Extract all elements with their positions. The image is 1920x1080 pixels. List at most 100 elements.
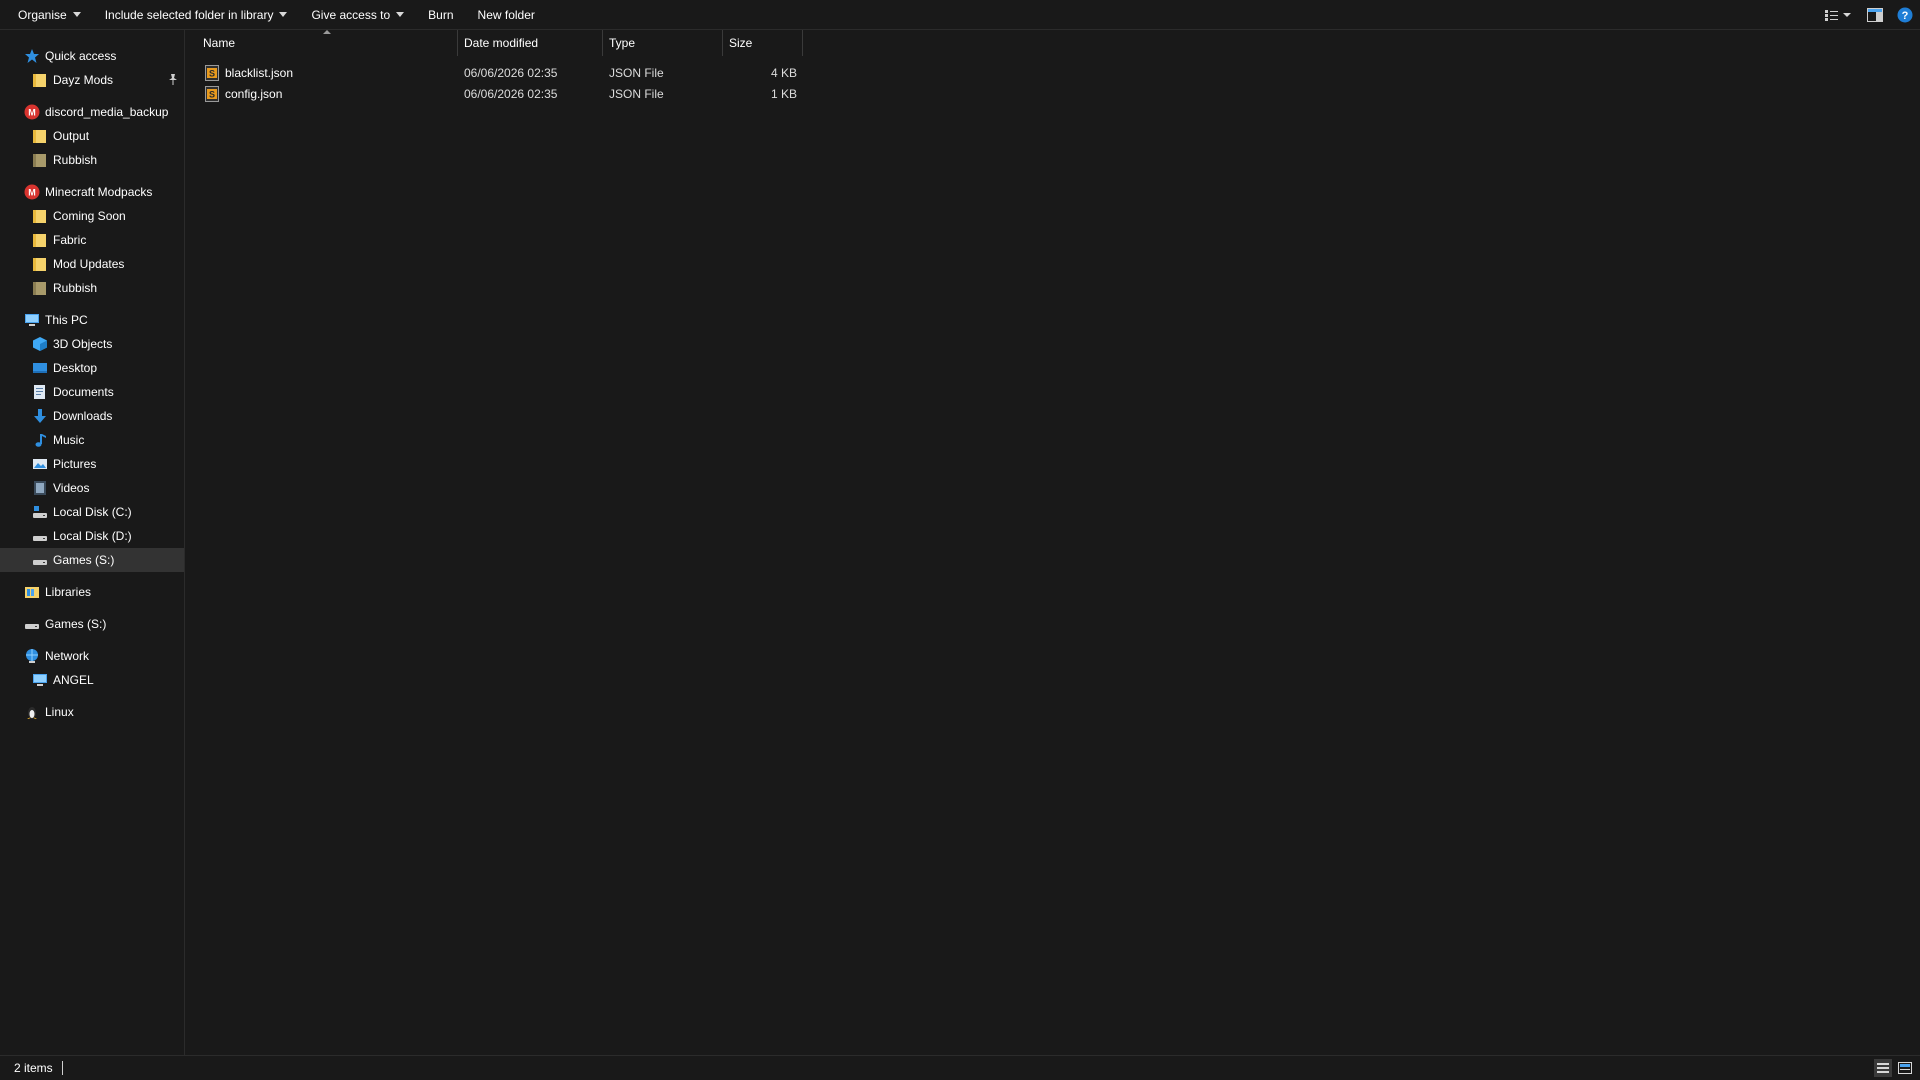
- nav-quick-access[interactable]: Quick access: [0, 44, 184, 68]
- nav-item-desktop[interactable]: Desktop: [0, 356, 184, 380]
- network-icon: [26, 649, 38, 663]
- nav-item-music[interactable]: Music: [0, 428, 184, 452]
- change-view-button[interactable]: [1816, 0, 1860, 29]
- computer-icon: [25, 314, 39, 326]
- nav-discord-media-backup[interactable]: M discord_media_backup: [0, 100, 184, 124]
- folder-icon: [33, 130, 46, 143]
- help-icon: ?: [1897, 7, 1913, 22]
- file-name: config.json: [225, 86, 283, 101]
- nav-label: Downloads: [53, 409, 113, 423]
- include-in-library-button[interactable]: Include selected folder in library: [93, 0, 300, 29]
- nav-label: Fabric: [53, 233, 87, 247]
- nav-label: Coming Soon: [53, 209, 126, 223]
- nav-item-dayz-mods[interactable]: Dayz Mods: [0, 68, 184, 92]
- nav-label: Minecraft Modpacks: [45, 185, 153, 199]
- nav-item-fabric[interactable]: Fabric: [0, 228, 184, 252]
- item-count: 2 items: [14, 1061, 53, 1075]
- nav-label: Documents: [53, 385, 114, 399]
- nav-label: discord_media_backup: [45, 105, 169, 119]
- nav-label: 3D Objects: [53, 337, 113, 351]
- nav-label: Linux: [45, 705, 74, 719]
- nav-item-games-s[interactable]: Games (S:): [0, 548, 184, 572]
- column-header-size[interactable]: Size: [723, 30, 803, 56]
- file-rows: S blacklist.json 06/06/2026 02:35 JSON F…: [185, 62, 885, 104]
- nav-item-documents[interactable]: Documents: [0, 380, 184, 404]
- file-row[interactable]: S config.json 06/06/2026 02:35 JSON File…: [185, 83, 885, 104]
- nav-item-3d-objects[interactable]: 3D Objects: [0, 332, 184, 356]
- nav-item-local-disk-d[interactable]: Local Disk (D:): [0, 524, 184, 548]
- nav-network[interactable]: Network: [0, 644, 184, 668]
- file-type: JSON File: [609, 86, 664, 101]
- nav-item-coming-soon[interactable]: Coming Soon: [0, 204, 184, 228]
- json-file-icon: S: [205, 85, 219, 102]
- file-size: 1 KB: [770, 86, 797, 101]
- computer-icon: [33, 674, 47, 686]
- nav-this-pc[interactable]: This PC: [0, 308, 184, 332]
- give-access-label: Give access to: [311, 7, 391, 22]
- status-bar: 2 items: [0, 1055, 1920, 1080]
- file-name-cell: S config.json: [185, 85, 458, 102]
- give-access-button[interactable]: Give access to: [299, 0, 416, 29]
- svg-text:M: M: [28, 108, 36, 118]
- folder-icon: [33, 74, 46, 87]
- json-file-icon: S: [205, 64, 219, 81]
- file-list-view: Name Date modified Type Size S blacklist…: [185, 30, 1920, 1056]
- details-view-button[interactable]: [1874, 1059, 1892, 1077]
- nav-item-output[interactable]: Output: [0, 124, 184, 148]
- nav-label: Dayz Mods: [53, 73, 114, 87]
- svg-text:S: S: [209, 68, 215, 78]
- chevron-down-icon: [396, 12, 405, 17]
- nav-label: Mod Updates: [53, 257, 125, 271]
- file-name: blacklist.json: [225, 65, 294, 80]
- file-date: 06/06/2026 02:35: [464, 86, 558, 101]
- details-view-icon: [1877, 1063, 1889, 1073]
- documents-icon: [34, 385, 45, 399]
- nav-item-pictures[interactable]: Pictures: [0, 452, 184, 476]
- nav-item-local-disk-c[interactable]: Local Disk (C:): [0, 500, 184, 524]
- new-folder-button[interactable]: New folder: [466, 0, 547, 29]
- help-button[interactable]: ?: [1890, 0, 1920, 29]
- file-size: 4 KB: [770, 65, 797, 80]
- mega-drive-icon: M: [24, 184, 40, 200]
- preview-pane-button[interactable]: [1860, 0, 1890, 29]
- burn-button[interactable]: Burn: [416, 0, 465, 29]
- folder-icon: [33, 210, 46, 223]
- organise-button[interactable]: Organise: [0, 0, 93, 29]
- nav-libraries[interactable]: Libraries: [0, 580, 184, 604]
- column-label: Name: [203, 36, 236, 50]
- nav-item-angel[interactable]: ANGEL: [0, 668, 184, 692]
- svg-text:S: S: [209, 89, 215, 99]
- videos-icon: [34, 481, 46, 495]
- folder-icon: [33, 282, 46, 295]
- column-headers: Name Date modified Type Size: [185, 30, 803, 56]
- sort-ascending-icon: [323, 30, 331, 34]
- desktop-icon: [33, 363, 47, 373]
- nav-item-videos[interactable]: Videos: [0, 476, 184, 500]
- large-icons-view-button[interactable]: [1896, 1059, 1914, 1077]
- nav-label: Libraries: [45, 585, 92, 599]
- nav-games-s[interactable]: Games (S:): [0, 612, 184, 636]
- nav-linux[interactable]: Linux: [0, 700, 184, 724]
- large-icons-view-icon: [1898, 1062, 1912, 1074]
- file-row[interactable]: S blacklist.json 06/06/2026 02:35 JSON F…: [185, 62, 885, 83]
- column-header-name[interactable]: Name: [185, 30, 458, 56]
- drive-icon: [33, 536, 47, 541]
- nav-item-rubbish[interactable]: Rubbish: [0, 276, 184, 300]
- cube-icon: [33, 337, 47, 351]
- nav-item-rubbish[interactable]: Rubbish: [0, 148, 184, 172]
- column-header-type[interactable]: Type: [603, 30, 723, 56]
- system-drive-icon: [33, 506, 47, 518]
- column-header-date-modified[interactable]: Date modified: [458, 30, 603, 56]
- nav-label: This PC: [45, 313, 88, 327]
- nav-minecraft-modpacks[interactable]: M Minecraft Modpacks: [0, 180, 184, 204]
- view-toggle-group: [1874, 1059, 1914, 1077]
- nav-label: Pictures: [53, 457, 97, 471]
- pictures-icon: [33, 459, 47, 469]
- folder-icon: [33, 234, 46, 247]
- chevron-down-icon: [279, 12, 288, 17]
- nav-item-downloads[interactable]: Downloads: [0, 404, 184, 428]
- nav-item-mod-updates[interactable]: Mod Updates: [0, 252, 184, 276]
- nav-label: Desktop: [53, 361, 98, 375]
- nav-label: Output: [53, 129, 90, 143]
- column-label: Size: [729, 36, 753, 50]
